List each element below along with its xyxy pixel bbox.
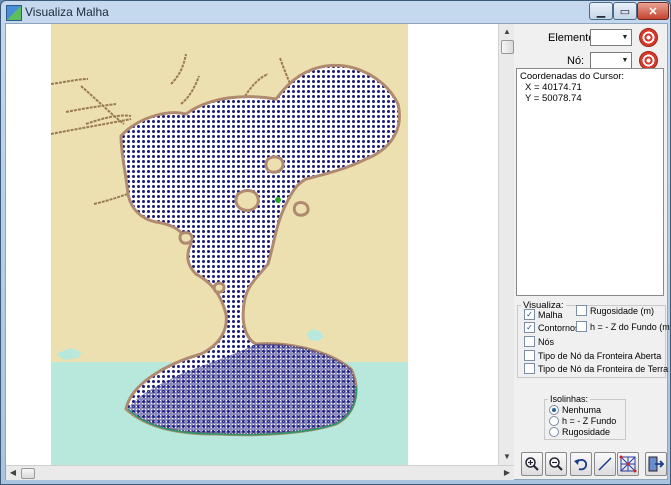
- island: [264, 155, 285, 174]
- client-area: ▲ ▼ ◀ ▶ Elemento: ▼ Nó: ▼ Coordenadas do…: [5, 23, 670, 480]
- undo-button[interactable]: [570, 452, 592, 476]
- h-z-label: h = - Z do Fundo (m): [590, 321, 671, 332]
- grid-select-button[interactable]: [617, 452, 639, 476]
- checkbox-checked-icon: ✓: [524, 322, 535, 333]
- radio-selected-icon: [549, 405, 559, 415]
- chevron-down-icon[interactable]: ▼: [619, 30, 631, 45]
- h-z-checkbox[interactable]: h = - Z do Fundo (m): [576, 321, 671, 332]
- nenhuma-label: Nenhuma: [562, 405, 602, 415]
- rugosidade-radio[interactable]: Rugosidade: [549, 427, 610, 437]
- coordinate-x: X = 40174.71: [525, 82, 582, 93]
- zoom-out-button[interactable]: [545, 452, 567, 476]
- coordinates-title: Coordenadas do Cursor:: [520, 71, 625, 82]
- close-button[interactable]: ✕: [637, 2, 669, 20]
- scroll-right-icon[interactable]: ▶: [500, 466, 514, 480]
- cursor-marker: [275, 197, 281, 203]
- scroll-down-icon[interactable]: ▼: [499, 449, 515, 465]
- mesh-canvas[interactable]: [6, 24, 498, 465]
- horizontal-scrollbar[interactable]: ◀ ▶: [6, 465, 514, 480]
- nos-label: Nós: [538, 336, 555, 347]
- checkbox-icon: [524, 350, 535, 361]
- island: [178, 231, 194, 245]
- coordinate-y: Y = 50078.74: [525, 93, 582, 104]
- exit-button[interactable]: [645, 452, 667, 476]
- malha-label: Malha: [538, 309, 563, 320]
- radio-icon: [549, 416, 559, 426]
- app-icon: [6, 5, 22, 21]
- tipo-aberta-label: Tipo de Nó da Fronteira Aberta: [538, 350, 662, 361]
- checkbox-icon: [576, 305, 587, 316]
- close-icon: ✕: [648, 5, 658, 18]
- nos-checkbox[interactable]: Nós: [524, 336, 554, 347]
- side-panel: Elemento: ▼ Nó: ▼ Coordenadas do Cursor:…: [514, 24, 670, 479]
- vertical-scroll-thumb[interactable]: [501, 40, 514, 54]
- grid-select-icon: [619, 455, 637, 473]
- maximize-icon: ▭: [619, 5, 631, 18]
- malha-checkbox[interactable]: ✓ Malha: [524, 309, 563, 320]
- isolinhas-legend: Isolinhas:: [550, 394, 589, 404]
- rugosidade-radio-label: Rugosidade: [562, 427, 611, 437]
- tipo-terra-checkbox[interactable]: Tipo de Nó da Fronteira de Terra: [524, 363, 668, 374]
- scroll-up-icon[interactable]: ▲: [499, 24, 515, 40]
- radio-icon: [549, 427, 559, 437]
- zoom-in-icon: [525, 457, 539, 471]
- checkbox-checked-icon: ✓: [524, 309, 535, 320]
- island: [234, 189, 260, 212]
- draw-line-button[interactable]: [594, 452, 616, 476]
- maximize-button[interactable]: ▭: [613, 2, 637, 20]
- hz-label: h = - Z Fundo: [562, 416, 617, 426]
- checkbox-icon: [524, 363, 535, 374]
- undo-icon: [574, 459, 587, 471]
- island: [292, 201, 310, 217]
- exit-icon: [648, 456, 664, 472]
- title-bar[interactable]: Visualiza Malha ▁ ▭ ✕: [1, 1, 670, 23]
- contornos-label: Contornos: [538, 322, 580, 333]
- scroll-left-icon[interactable]: ◀: [6, 466, 20, 480]
- draw-line-icon: [598, 457, 612, 471]
- window-title: Visualiza Malha: [25, 5, 109, 19]
- checkbox-icon: [576, 321, 587, 332]
- nenhuma-radio[interactable]: Nenhuma: [549, 405, 601, 415]
- locate-element-button[interactable]: [639, 28, 658, 47]
- no-combo[interactable]: ▼: [590, 52, 632, 69]
- elemento-combo[interactable]: ▼: [590, 29, 632, 46]
- vertical-scrollbar[interactable]: ▲ ▼: [498, 24, 515, 465]
- coordinates-box: Coordenadas do Cursor: X = 40174.71 Y = …: [516, 68, 664, 296]
- checkbox-icon: [524, 336, 535, 347]
- horizontal-scroll-thumb[interactable]: [21, 468, 35, 479]
- zoom-in-button[interactable]: [521, 452, 543, 476]
- island: [212, 281, 226, 294]
- contornos-checkbox[interactable]: ✓ Contornos: [524, 322, 580, 333]
- chevron-down-icon[interactable]: ▼: [619, 53, 631, 68]
- mesh-view[interactable]: [6, 24, 498, 465]
- zoom-out-icon: [549, 457, 563, 471]
- rugosidade-checkbox[interactable]: Rugosidade (m): [576, 305, 654, 316]
- minimize-icon: ▁: [596, 5, 606, 18]
- tipo-aberta-checkbox[interactable]: Tipo de Nó da Fronteira Aberta: [524, 350, 661, 361]
- hz-radio[interactable]: h = - Z Fundo: [549, 416, 616, 426]
- tipo-terra-label: Tipo de Nó da Fronteira de Terra: [538, 363, 669, 374]
- no-label: Nó:: [567, 55, 585, 67]
- main-window: Visualiza Malha ▁ ▭ ✕ ▲ ▼ ◀ ▶ Elemento: …: [0, 0, 671, 485]
- minimize-button[interactable]: ▁: [589, 2, 613, 20]
- rugosidade-label: Rugosidade (m): [590, 305, 655, 316]
